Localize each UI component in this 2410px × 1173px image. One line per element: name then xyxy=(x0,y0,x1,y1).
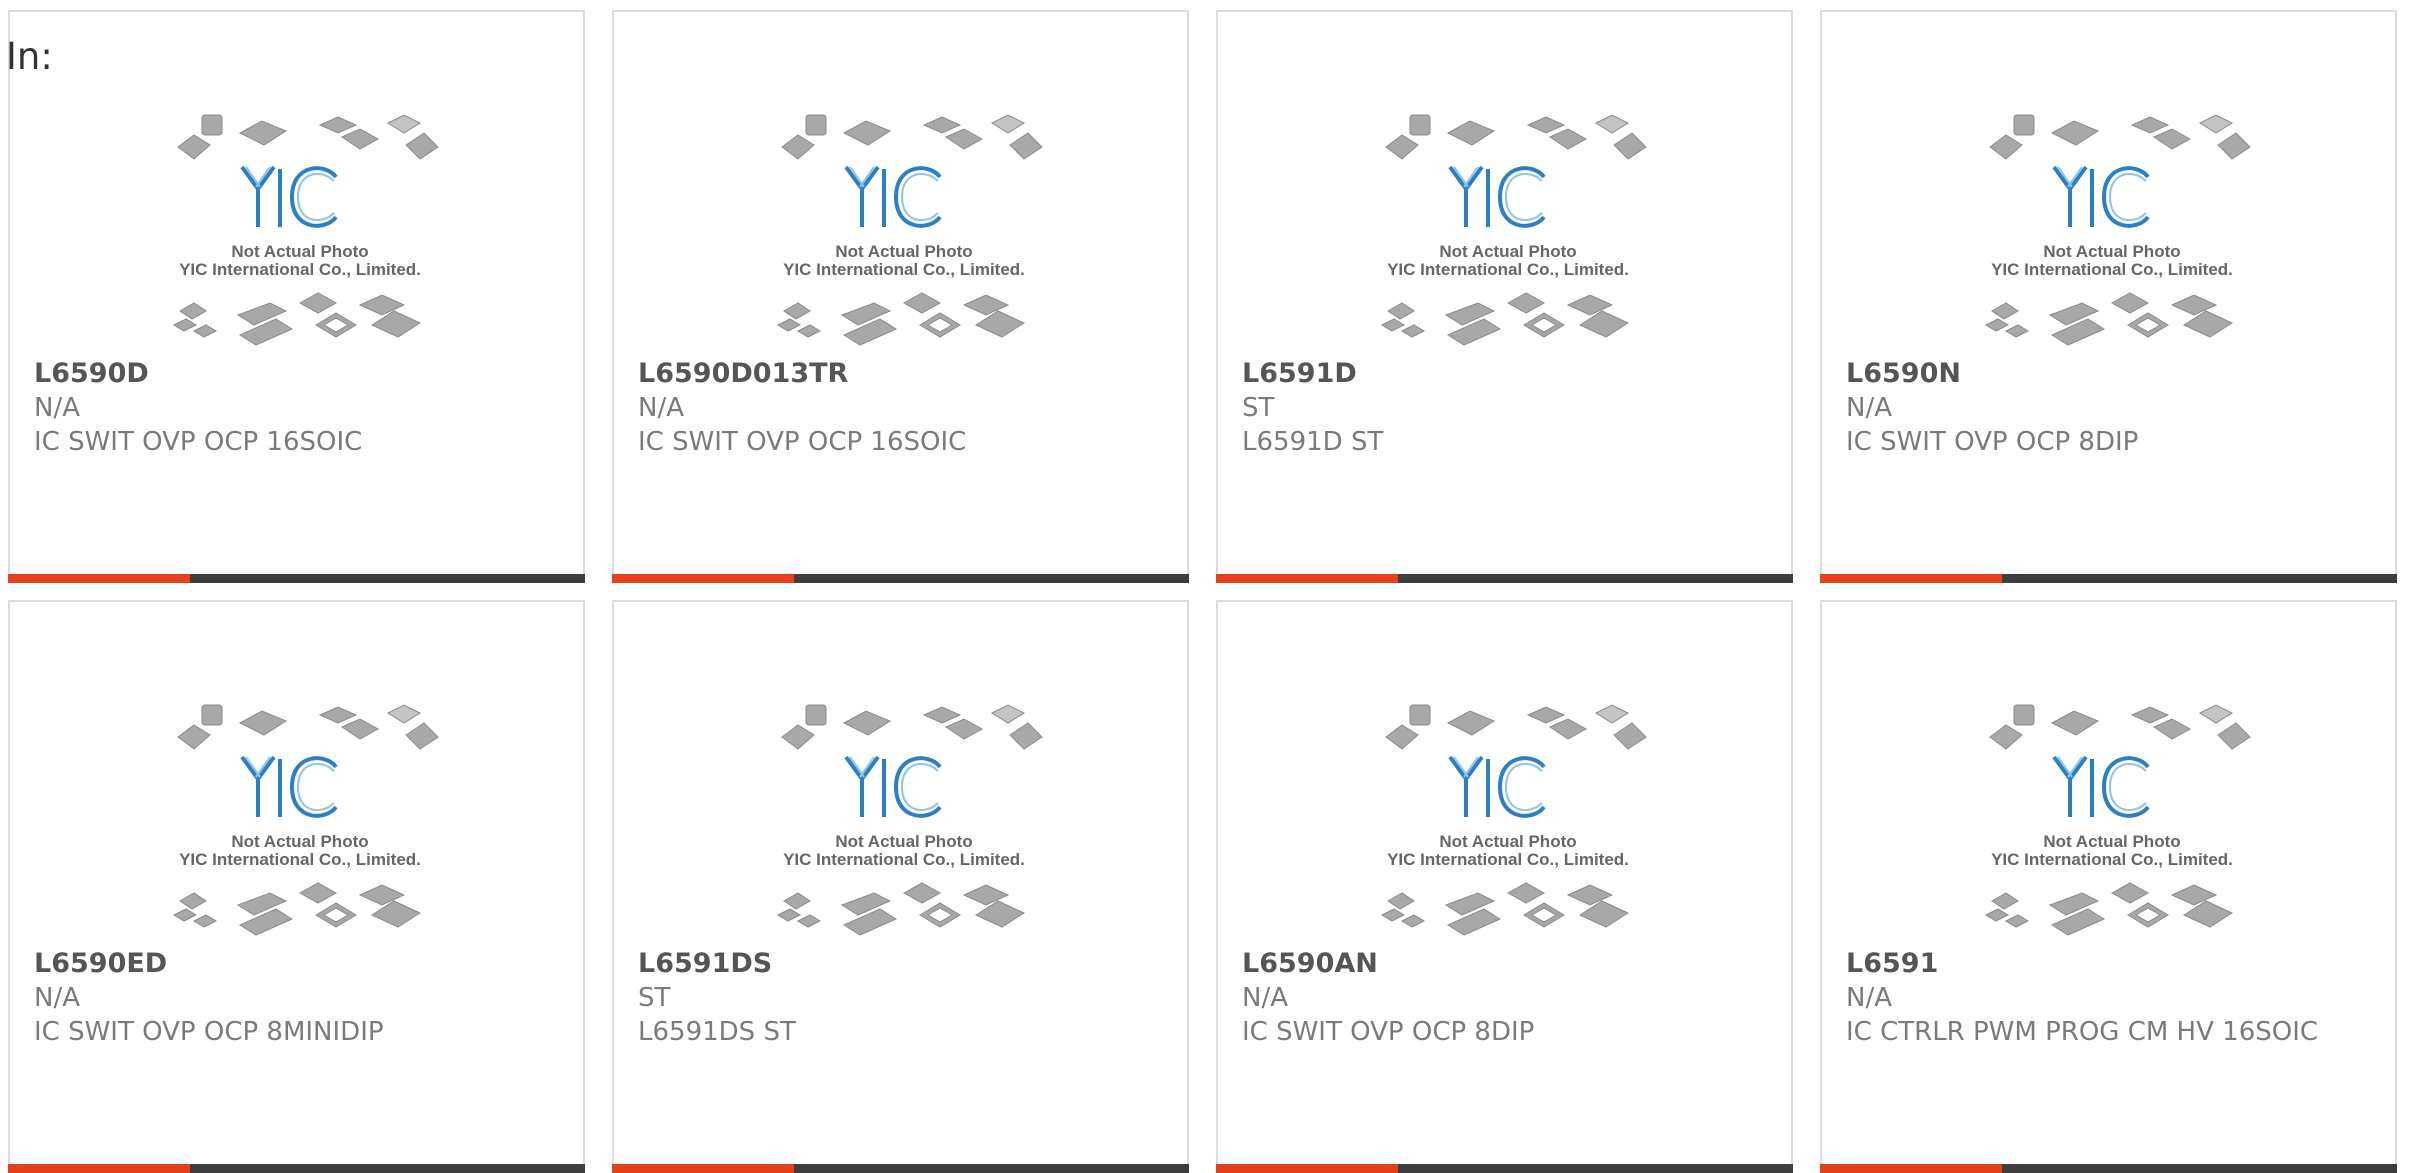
part-number[interactable]: L6591DS xyxy=(638,947,1167,981)
svg-text:Not Actual Photo: Not Actual Photo xyxy=(2043,242,2180,261)
product-card[interactable]: Not Actual Photo YIC International Co., … xyxy=(612,10,1189,583)
product-info: L6590N N/A IC SWIT OVP OCP 8DIP xyxy=(1846,357,2375,459)
product-card[interactable]: Not Actual Photo YIC International Co., … xyxy=(612,600,1189,1173)
svg-text:Not Actual Photo: Not Actual Photo xyxy=(1439,242,1576,261)
svg-text:YIC International Co., Limited: YIC International Co., Limited. xyxy=(1991,260,2233,279)
product-info: L6590AN N/A IC SWIT OVP OCP 8DIP xyxy=(1242,947,1771,1049)
manufacturer: N/A xyxy=(1846,983,1892,1013)
description: IC SWIT OVP OCP 16SOIC xyxy=(638,427,967,457)
card-bottom-bar xyxy=(1820,1164,2397,1173)
svg-text:Not Actual Photo: Not Actual Photo xyxy=(231,832,368,851)
svg-text:Not Actual Photo: Not Actual Photo xyxy=(835,242,972,261)
card-bar-accent xyxy=(1216,574,1398,583)
svg-text:Not Actual Photo: Not Actual Photo xyxy=(231,242,368,261)
svg-text:Not Actual Photo: Not Actual Photo xyxy=(2043,832,2180,851)
part-number[interactable]: L6590AN xyxy=(1242,947,1771,981)
card-bar-accent xyxy=(8,1164,190,1173)
card-bar-accent xyxy=(612,1164,794,1173)
product-image[interactable]: Not Actual Photo YIC International Co., … xyxy=(1962,687,2262,947)
svg-text:YIC International Co., Limited: YIC International Co., Limited. xyxy=(179,260,421,279)
card-bar-accent xyxy=(1820,1164,2002,1173)
svg-text:YIC International Co., Limited: YIC International Co., Limited. xyxy=(783,260,1025,279)
manufacturer: N/A xyxy=(34,983,80,1013)
manufacturer: ST xyxy=(1242,393,1275,423)
product-image[interactable]: Not Actual Photo YIC International Co., … xyxy=(1962,97,2262,357)
part-number[interactable]: L6590D xyxy=(34,357,563,391)
svg-text:YIC International Co., Limited: YIC International Co., Limited. xyxy=(1387,260,1629,279)
description: IC SWIT OVP OCP 8DIP xyxy=(1846,427,2139,457)
product-info: L6591DS ST L6591DS ST xyxy=(638,947,1167,1049)
description: IC SWIT OVP OCP 8DIP xyxy=(1242,1017,1535,1047)
product-image[interactable]: Not Actual Photo YIC International Co., … xyxy=(150,687,450,947)
manufacturer: ST xyxy=(638,983,671,1013)
card-bottom-bar xyxy=(8,1164,585,1173)
card-bottom-bar xyxy=(1216,574,1793,583)
description: IC CTRLR PWM PROG CM HV 16SOIC xyxy=(1846,1017,2319,1047)
product-card[interactable]: Not Actual Photo YIC International Co., … xyxy=(1216,600,1793,1173)
card-bar-accent xyxy=(1820,574,2002,583)
card-bottom-bar xyxy=(612,1164,1189,1173)
part-number[interactable]: L6591D xyxy=(1242,357,1771,391)
part-number[interactable]: L6590N xyxy=(1846,357,2375,391)
chip-packages-placeholder-icon: Not Actual Photo YIC International Co., … xyxy=(1984,114,2251,346)
part-number[interactable]: L6590D013TR xyxy=(638,357,1167,391)
part-number[interactable]: L6591 xyxy=(1846,947,2375,981)
product-info: L6590D N/A IC SWIT OVP OCP 16SOIC xyxy=(34,357,563,459)
svg-text:Not Actual Photo: Not Actual Photo xyxy=(835,832,972,851)
svg-text:YIC International Co., Limited: YIC International Co., Limited. xyxy=(1991,850,2233,869)
product-card[interactable]: Not Actual Photo YIC International Co., … xyxy=(8,10,585,583)
card-bar-accent xyxy=(1216,1164,1398,1173)
chip-packages-placeholder-icon: Not Actual Photo YIC International Co., … xyxy=(1984,704,2251,936)
product-image[interactable]: Not Actual Photo YIC International Co., … xyxy=(754,97,1054,357)
card-bar-accent xyxy=(612,574,794,583)
product-info: L6590D013TR N/A IC SWIT OVP OCP 16SOIC xyxy=(638,357,1167,459)
chip-packages-placeholder-icon: Not Actual Photo YIC International Co., … xyxy=(776,114,1043,346)
product-info: L6590ED N/A IC SWIT OVP OCP 8MINIDIP xyxy=(34,947,563,1049)
svg-text:YIC International Co., Limited: YIC International Co., Limited. xyxy=(1387,850,1629,869)
description: IC SWIT OVP OCP 16SOIC xyxy=(34,427,363,457)
product-card[interactable]: Not Actual Photo YIC International Co., … xyxy=(1216,10,1793,583)
product-info: L6591 N/A IC CTRLR PWM PROG CM HV 16SOIC xyxy=(1846,947,2375,1049)
chip-packages-placeholder-icon: Not Actual Photo YIC International Co., … xyxy=(172,704,439,936)
description: L6591D ST xyxy=(1242,427,1384,457)
chip-packages-placeholder-icon: Not Actual Photo YIC International Co., … xyxy=(172,114,439,346)
product-info: L6591D ST L6591D ST xyxy=(1242,357,1771,459)
product-grid: Not Actual Photo YIC International Co., … xyxy=(0,0,2410,1173)
page-label: In: xyxy=(6,35,53,78)
card-bottom-bar xyxy=(1216,1164,1793,1173)
manufacturer: N/A xyxy=(1242,983,1288,1013)
product-image[interactable]: Not Actual Photo YIC International Co., … xyxy=(150,97,450,357)
card-bottom-bar xyxy=(1820,574,2397,583)
chip-packages-placeholder-icon: Not Actual Photo YIC International Co., … xyxy=(1380,704,1647,936)
manufacturer: N/A xyxy=(638,393,684,423)
product-image[interactable]: Not Actual Photo YIC International Co., … xyxy=(1358,97,1658,357)
product-image[interactable]: Not Actual Photo YIC International Co., … xyxy=(754,687,1054,947)
description: L6591DS ST xyxy=(638,1017,796,1047)
chip-packages-placeholder-icon: Not Actual Photo YIC International Co., … xyxy=(776,704,1043,936)
manufacturer: N/A xyxy=(1846,393,1892,423)
manufacturer: N/A xyxy=(34,393,80,423)
svg-text:YIC International Co., Limited: YIC International Co., Limited. xyxy=(783,850,1025,869)
product-card[interactable]: Not Actual Photo YIC International Co., … xyxy=(1820,10,2397,583)
description: IC SWIT OVP OCP 8MINIDIP xyxy=(34,1017,384,1047)
card-bottom-bar xyxy=(612,574,1189,583)
card-bar-accent xyxy=(8,574,190,583)
product-card[interactable]: Not Actual Photo YIC International Co., … xyxy=(8,600,585,1173)
product-card[interactable]: Not Actual Photo YIC International Co., … xyxy=(1820,600,2397,1173)
product-image[interactable]: Not Actual Photo YIC International Co., … xyxy=(1358,687,1658,947)
svg-text:Not Actual Photo: Not Actual Photo xyxy=(1439,832,1576,851)
svg-text:YIC International Co., Limited: YIC International Co., Limited. xyxy=(179,850,421,869)
part-number[interactable]: L6590ED xyxy=(34,947,563,981)
card-bottom-bar xyxy=(8,574,585,583)
chip-packages-placeholder-icon: Not Actual Photo YIC International Co., … xyxy=(1380,114,1647,346)
